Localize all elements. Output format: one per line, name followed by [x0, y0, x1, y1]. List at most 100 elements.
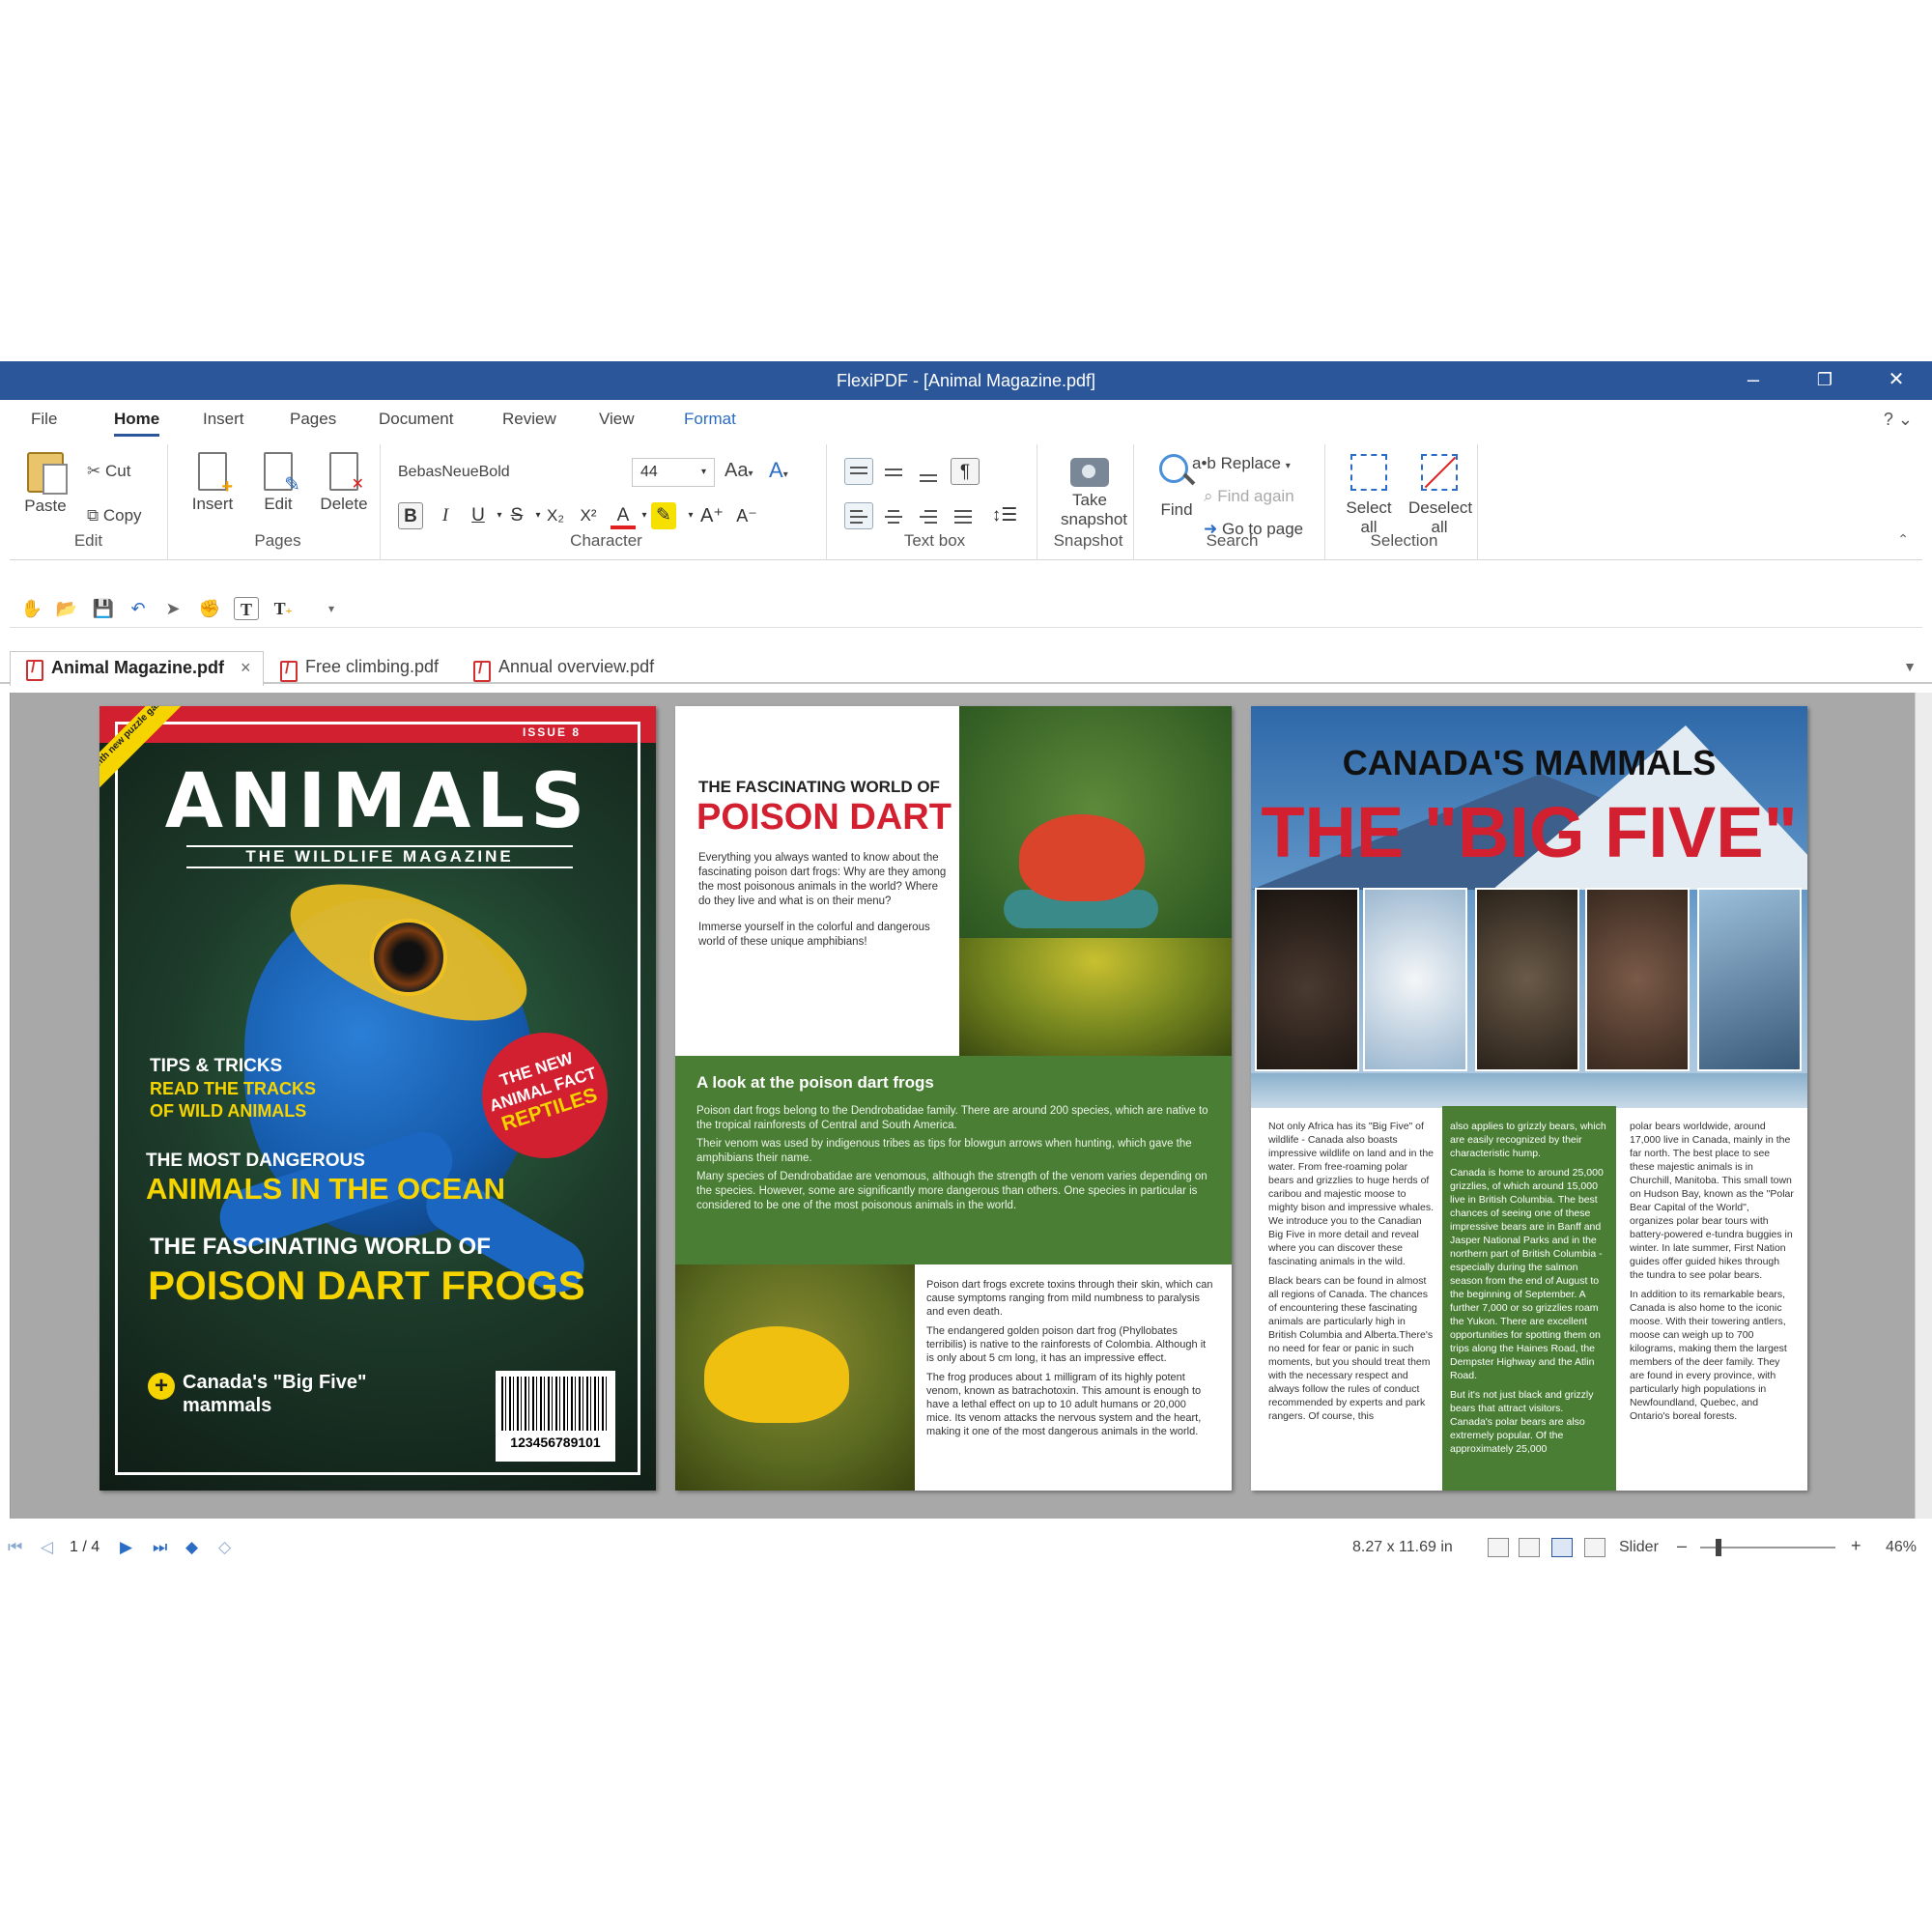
add-text-icon[interactable]: T+: [270, 597, 296, 620]
slider-label: Slider: [1619, 1539, 1659, 1555]
cut-button[interactable]: ✂ Cut: [87, 462, 130, 481]
insert-page-button[interactable]: Insert: [185, 452, 240, 514]
tab-animal-magazine[interactable]: Animal Magazine.pdf ×: [10, 651, 264, 686]
grid-view-icon[interactable]: [1584, 1538, 1605, 1557]
replace-button[interactable]: a•b Replace ▾: [1192, 454, 1291, 473]
tab-annual-overview[interactable]: Annual overview.pdf: [469, 657, 654, 690]
teaser-line: Canada's "Big Five": [183, 1372, 367, 1393]
change-case-button[interactable]: Aa▾: [724, 460, 753, 482]
align-left-icon[interactable]: [844, 502, 873, 529]
delete-page-button[interactable]: Delete: [315, 452, 373, 514]
edit-page-label: Edit: [264, 495, 293, 513]
hand-icon[interactable]: ✋: [19, 597, 44, 620]
black-bear-tile: [1255, 888, 1359, 1071]
animal-tiles: [1251, 888, 1807, 1071]
cover-canada-teaser: Canada's "Big Five" mammals: [183, 1371, 366, 1417]
align-bottom-icon[interactable]: [914, 458, 943, 485]
document-viewer[interactable]: With new puzzle game ISSUE 8 ANIMALS THE…: [10, 693, 1932, 1519]
menu-insert[interactable]: Insert: [203, 410, 244, 429]
menu-format[interactable]: Format: [684, 410, 736, 429]
character-group: BebasNeueBold 44 ▾ Aa▾ A▾ B I U ▾ S ▾ X₂…: [386, 444, 827, 560]
menu-document[interactable]: Document: [379, 410, 453, 429]
title-bar: FlexiPDF - [Animal Magazine.pdf] – ❐ ✕: [0, 361, 1932, 400]
bold-button[interactable]: B: [398, 502, 423, 529]
menu-view[interactable]: View: [599, 410, 635, 429]
vertical-scrollbar[interactable]: [1915, 693, 1932, 1519]
align-right-icon[interactable]: [914, 502, 943, 529]
open-folder-icon[interactable]: 📂: [54, 597, 79, 620]
copy-button[interactable]: ⧉ Copy: [87, 506, 142, 526]
close-window-button[interactable]: ✕: [1874, 365, 1918, 396]
close-tab-icon[interactable]: ×: [241, 658, 251, 677]
highlight-icon[interactable]: ✎: [651, 502, 676, 529]
select-all-button[interactable]: Select all: [1337, 454, 1401, 537]
take-snapshot-button[interactable]: Take snapshot: [1051, 458, 1128, 529]
text-tool-icon[interactable]: T: [234, 597, 259, 620]
font-name-field[interactable]: BebasNeueBold: [398, 464, 510, 481]
selection-group: Select all Deselect all Selection: [1331, 444, 1478, 560]
back-view-icon[interactable]: ◆: [185, 1538, 198, 1557]
superscript-button[interactable]: X²: [576, 502, 601, 529]
zoom-in-button[interactable]: +: [1851, 1536, 1861, 1556]
previous-page-icon[interactable]: ◁: [41, 1538, 53, 1557]
menu-pages[interactable]: Pages: [290, 410, 336, 429]
page-canada-mammals[interactable]: CANADA'S MAMMALS THE "BIG FIVE" Not only…: [1251, 706, 1807, 1491]
grab-icon[interactable]: ✊: [197, 597, 222, 620]
cover-dangerous-heading: THE MOST DANGEROUS: [146, 1151, 365, 1171]
char-spacing-button[interactable]: A▾: [769, 458, 788, 483]
font-size-field[interactable]: 44 ▾: [632, 458, 715, 487]
column-paragraph: But it's not just black and grizzly bear…: [1450, 1389, 1594, 1455]
line-spacing-icon[interactable]: ↕☰: [985, 502, 1024, 529]
shrink-font-button[interactable]: A⁻: [734, 502, 759, 529]
menu-file[interactable]: File: [31, 410, 57, 429]
pointer-icon[interactable]: ➤: [160, 597, 185, 620]
menu-home[interactable]: Home: [114, 410, 160, 437]
tab-free-climbing[interactable]: Free climbing.pdf: [276, 657, 439, 690]
page-indicator[interactable]: 1 / 4: [70, 1539, 99, 1556]
next-page-icon[interactable]: ▶: [120, 1538, 132, 1557]
body-paragraph: Poison dart frogs excrete toxins through…: [926, 1279, 1213, 1318]
align-center-icon[interactable]: [879, 502, 908, 529]
minimize-button[interactable]: –: [1731, 365, 1776, 396]
collapse-ribbon-icon[interactable]: ⌃: [1897, 531, 1909, 548]
edit-page-button[interactable]: Edit: [251, 452, 305, 514]
tabs-menu-icon[interactable]: ▼: [1903, 659, 1917, 674]
restore-button[interactable]: ❐: [1803, 365, 1847, 396]
help-button[interactable]: ? ⌄: [1884, 410, 1913, 430]
edit-group-label: Edit: [73, 531, 103, 550]
align-top-icon[interactable]: [844, 458, 873, 485]
bison-tile: [1475, 888, 1579, 1071]
textbox-group-label: Text box: [903, 531, 966, 550]
cover-tips-heading: TIPS & TRICKS: [150, 1056, 283, 1076]
article-body: Poison dart frogs excrete toxins through…: [926, 1278, 1214, 1444]
find-again-button[interactable]: ⌕ Find again: [1204, 487, 1294, 506]
forward-view-icon[interactable]: ◇: [218, 1538, 231, 1557]
quick-access-toolbar: ✋ 📂 💾 ↶ ➤ ✊ T T+ ▾: [10, 589, 1922, 628]
subscript-button[interactable]: X₂: [543, 502, 568, 529]
save-icon[interactable]: 💾: [91, 597, 116, 620]
italic-button[interactable]: I: [433, 502, 458, 529]
align-middle-icon[interactable]: [879, 458, 908, 485]
tab-label: Free climbing.pdf: [305, 657, 440, 676]
zoom-out-button[interactable]: –: [1677, 1536, 1687, 1556]
body-paragraph: The endangered golden poison dart frog (…: [926, 1325, 1207, 1364]
page-poison-dart-frogs[interactable]: THE FASCINATING WORLD OF POISON DART FRO…: [675, 706, 1232, 1491]
paste-label: Paste: [24, 497, 67, 515]
page-cover[interactable]: With new puzzle game ISSUE 8 ANIMALS THE…: [99, 706, 656, 1491]
paste-button[interactable]: Paste: [19, 452, 71, 516]
pilcrow-button[interactable]: ¶: [951, 458, 980, 485]
tab-label: Animal Magazine.pdf: [51, 658, 225, 677]
justify-icon[interactable]: [949, 502, 978, 529]
deselect-all-button[interactable]: Deselect all: [1405, 454, 1474, 537]
column-paragraph: Not only Africa has its "Big Five" of wi…: [1268, 1121, 1435, 1267]
customize-icon[interactable]: ▾: [319, 597, 344, 620]
two-page-view-icon[interactable]: [1519, 1538, 1540, 1557]
first-page-icon[interactable]: ⏮: [8, 1538, 22, 1557]
grow-font-button[interactable]: A⁺: [699, 502, 724, 529]
single-page-view-icon[interactable]: [1488, 1538, 1509, 1557]
zoom-slider-thumb[interactable]: [1716, 1539, 1721, 1556]
undo-icon[interactable]: ↶: [126, 597, 151, 620]
last-page-icon[interactable]: ⏭: [153, 1538, 167, 1557]
continuous-view-icon[interactable]: [1551, 1538, 1573, 1557]
menu-review[interactable]: Review: [502, 410, 556, 429]
